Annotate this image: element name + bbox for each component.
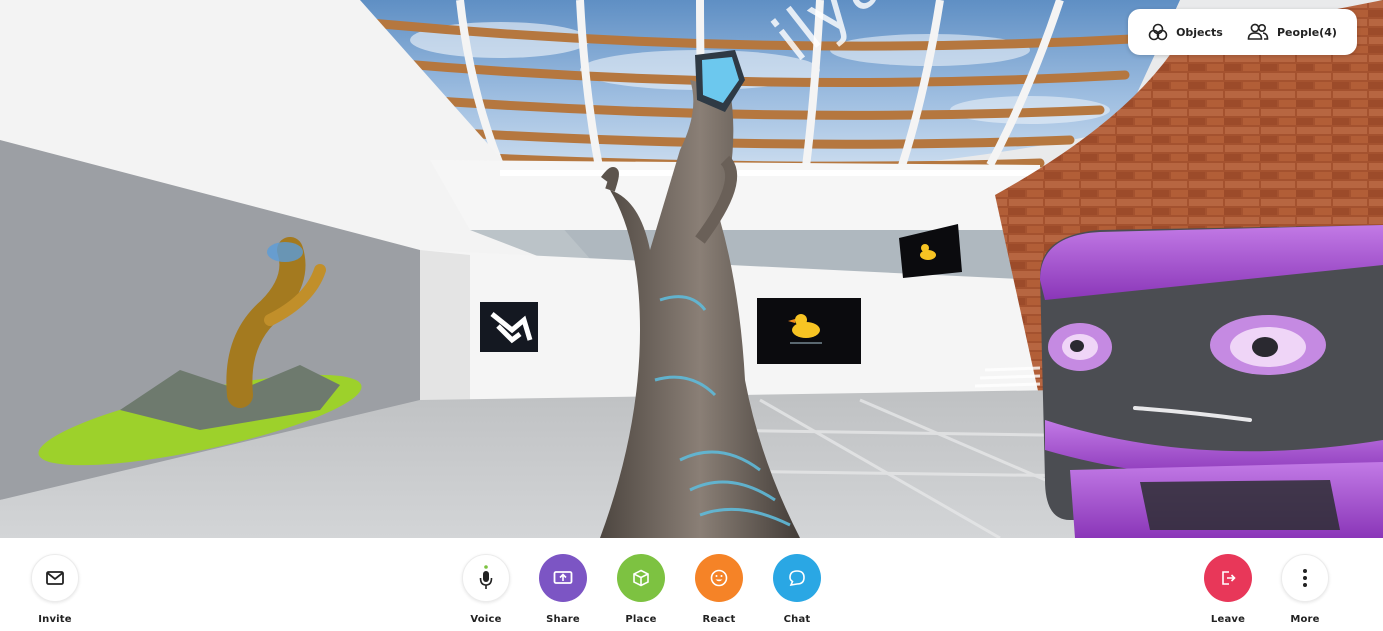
invite-button[interactable]: Invite bbox=[25, 554, 85, 631]
room-objects-people-panel: Objects People(4) bbox=[1128, 9, 1357, 55]
people-icon bbox=[1247, 23, 1269, 41]
hubs-room: ilyaS Objects People(4 bbox=[0, 0, 1383, 631]
share-button[interactable]: Share bbox=[533, 554, 593, 631]
robot-avatar bbox=[1040, 225, 1383, 538]
voice-button[interactable]: Voice bbox=[456, 554, 516, 631]
share-label: Share bbox=[546, 614, 580, 625]
chat-button[interactable]: Chat bbox=[767, 554, 827, 631]
react-button[interactable]: React bbox=[689, 554, 749, 631]
place-label: Place bbox=[625, 614, 657, 625]
staircase-logo-art bbox=[480, 302, 538, 352]
objects-icon bbox=[1148, 23, 1168, 41]
voice-label: Voice bbox=[470, 614, 502, 625]
bottom-toolbar: Invite Voice Share Place React Chat Leav… bbox=[0, 538, 1383, 631]
cube-icon bbox=[617, 554, 665, 602]
microphone-icon bbox=[462, 554, 510, 602]
objects-button[interactable]: Objects bbox=[1148, 23, 1223, 41]
exit-icon bbox=[1204, 554, 1252, 602]
leave-label: Leave bbox=[1210, 614, 1246, 625]
scene-illustration bbox=[0, 0, 1383, 538]
invite-label: Invite bbox=[38, 614, 72, 625]
leave-button[interactable]: Leave bbox=[1198, 554, 1258, 631]
objects-label: Objects bbox=[1176, 25, 1223, 39]
emoji-icon bbox=[695, 554, 743, 602]
screen-share-icon bbox=[539, 554, 587, 602]
people-label: People(4) bbox=[1277, 25, 1337, 39]
react-label: React bbox=[702, 614, 736, 625]
chat-label: Chat bbox=[783, 614, 811, 625]
chat-bubble-icon bbox=[773, 554, 821, 602]
more-vertical-icon bbox=[1281, 554, 1329, 602]
rubber-duck-art bbox=[757, 298, 861, 364]
room-3d-view[interactable]: ilyaS bbox=[0, 0, 1383, 538]
mail-icon bbox=[31, 554, 79, 602]
more-button[interactable]: More bbox=[1275, 554, 1335, 631]
place-button[interactable]: Place bbox=[611, 554, 671, 631]
more-label: More bbox=[1290, 614, 1320, 625]
people-button[interactable]: People(4) bbox=[1247, 23, 1337, 41]
